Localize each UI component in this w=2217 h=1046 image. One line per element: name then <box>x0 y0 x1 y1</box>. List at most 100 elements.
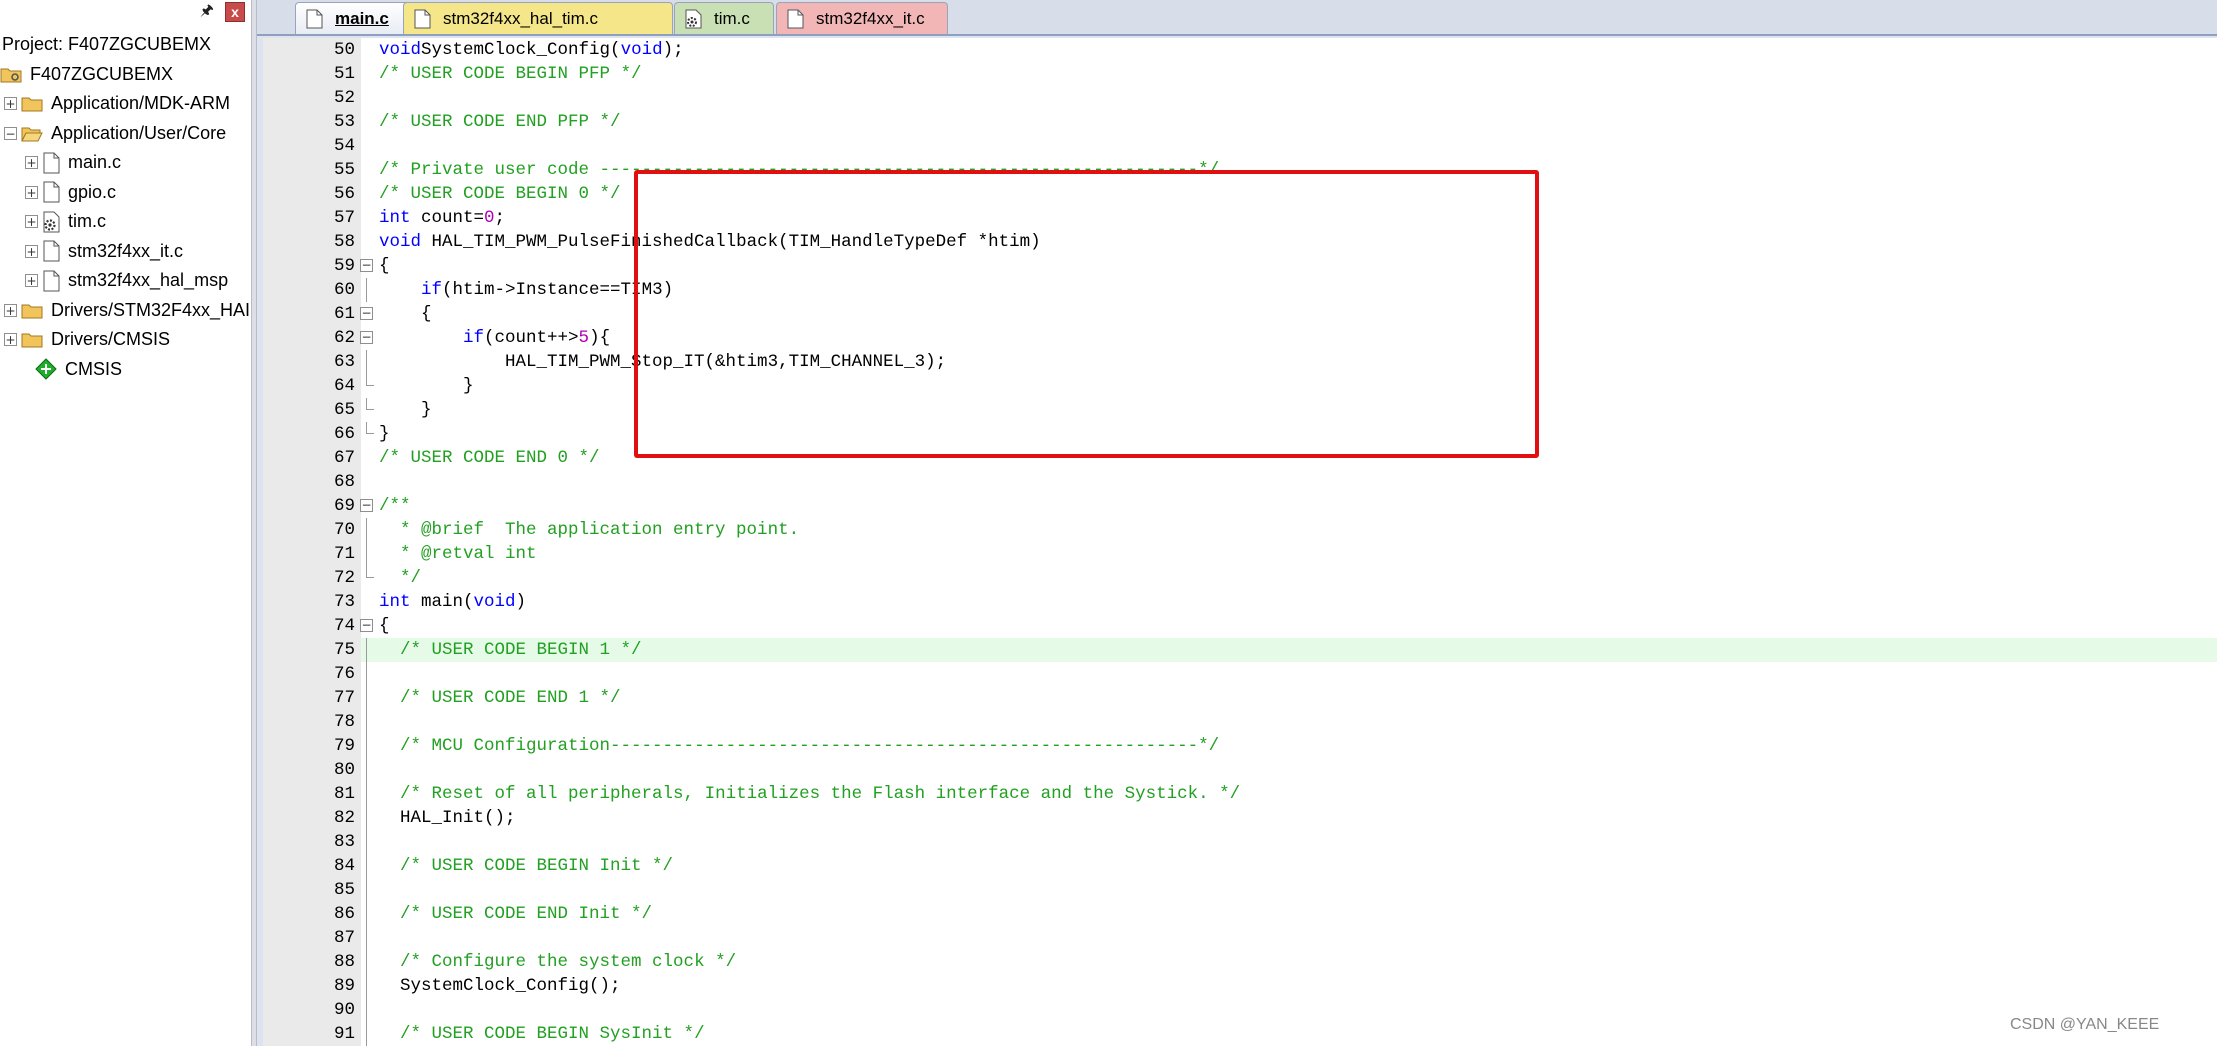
tree-item[interactable]: + Drivers/STM32F4xx_HAI <box>4 296 250 324</box>
code-line[interactable]: 85 <box>257 878 2217 902</box>
fold-collapse-icon[interactable]: − <box>360 619 373 632</box>
tree-expander-icon[interactable]: + <box>25 244 38 258</box>
code-line[interactable]: 88 /* Configure the system clock */ <box>257 950 2217 974</box>
code-line[interactable]: 84 /* USER CODE BEGIN Init */ <box>257 854 2217 878</box>
tree-expander-icon[interactable]: + <box>25 274 38 287</box>
tab-stm32f4xx-it-c[interactable]: stm32f4xx_it.c <box>776 2 948 34</box>
tree-expander-icon[interactable]: + <box>25 185 38 199</box>
code-line[interactable]: 51 /* USER CODE BEGIN PFP */ <box>257 62 2217 86</box>
fold-collapse-icon[interactable]: − <box>360 259 373 272</box>
code-line[interactable]: 58 void HAL_TIM_PWM_PulseFinishedCallback… <box>257 230 2217 254</box>
code-line[interactable]: 64 } <box>257 374 2217 398</box>
fold-collapse-icon[interactable]: − <box>360 499 373 512</box>
code-line[interactable]: 83 <box>257 830 2217 854</box>
tree-expander-icon[interactable]: + <box>25 215 38 228</box>
pin-icon[interactable]: 🖈 <box>198 2 216 20</box>
code-line[interactable]: 65 } <box>257 398 2217 422</box>
code-line[interactable]: 56 /* USER CODE BEGIN 0 */ <box>257 182 2217 206</box>
line-number: 89 <box>333 976 355 996</box>
code-text: /* Reset of all peripherals, Initializes… <box>379 782 1240 806</box>
code-line[interactable]: 86 /* USER CODE END Init */ <box>257 902 2217 926</box>
tree-item-label: F407ZGCUBEMX <box>30 63 174 84</box>
file-gear-icon <box>685 9 702 28</box>
tree-item[interactable]: + main.c <box>25 149 121 177</box>
code-line[interactable]: 76 <box>257 662 2217 686</box>
code-text: */ <box>379 566 421 590</box>
code-line[interactable]: 67 /* USER CODE END 0 */ <box>257 446 2217 470</box>
fold-collapse-icon[interactable]: − <box>360 307 373 320</box>
tree-item[interactable]: F407ZGCUBEMX <box>0 60 173 88</box>
code-line[interactable]: 78 <box>257 710 2217 734</box>
line-number: 57 <box>333 208 355 228</box>
code-line[interactable]: 79 /* MCU Configuration-----------------… <box>257 734 2217 758</box>
tree-expander-icon[interactable]: + <box>4 303 17 317</box>
code-line[interactable]: 87 <box>257 926 2217 950</box>
code-line[interactable]: 68 <box>257 470 2217 494</box>
code-line[interactable]: 50 voidSystemClock_Config(void); <box>257 38 2217 62</box>
code-line[interactable]: 90 <box>257 998 2217 1022</box>
fold-collapse-icon[interactable]: − <box>360 331 373 344</box>
code-line[interactable]: 82 HAL_Init(); <box>257 806 2217 830</box>
code-line[interactable]: 74−{ <box>257 614 2217 638</box>
code-line[interactable]: 61− { <box>257 302 2217 326</box>
code-text: int main(void) <box>379 590 526 614</box>
code-line[interactable]: 73 int main(void) <box>257 590 2217 614</box>
code-line[interactable]: 60 if(htim->Instance==TIM3) <box>257 278 2217 302</box>
tree-expander-icon[interactable]: + <box>4 333 17 346</box>
fold-guide <box>366 974 367 998</box>
code-line[interactable]: 55 /* Private user code -----------------… <box>257 158 2217 182</box>
code-line[interactable]: 75 /* USER CODE BEGIN 1 */ <box>334 638 2217 662</box>
code-line[interactable]: 81 /* Reset of all peripherals, Initiali… <box>257 782 2217 806</box>
code-line[interactable]: 52 <box>257 86 2217 110</box>
code-line[interactable]: 80 <box>257 758 2217 782</box>
code-number: 5 <box>578 328 590 348</box>
code-line[interactable]: 77 /* USER CODE END 1 */ <box>257 686 2217 710</box>
code-line[interactable]: 89 SystemClock_Config(); <box>257 974 2217 998</box>
line-number: 61 <box>333 304 355 324</box>
line-number: 80 <box>333 760 355 780</box>
code-line[interactable]: 70 * @brief The application entry point. <box>257 518 2217 542</box>
code-line[interactable]: 71 * @retval int <box>257 542 2217 566</box>
tree-item[interactable]: + stm32f4xx_hal_msp <box>25 267 228 295</box>
code-line[interactable]: 59−{ <box>257 254 2217 278</box>
tree-item[interactable]: + stm32f4xx_it.c <box>25 237 183 265</box>
tree-expander-icon[interactable]: − <box>4 126 17 140</box>
code-comment: /* USER CODE BEGIN PFP */ <box>379 64 642 84</box>
code-line[interactable]: 54 <box>257 134 2217 158</box>
line-number: 68 <box>333 472 355 492</box>
tab-stm32f4xx-hal-tim-c[interactable]: stm32f4xx_hal_tim.c <box>403 2 673 34</box>
tree-item[interactable]: + gpio.c <box>25 178 116 206</box>
code-line[interactable]: 62− if(count++>5){ <box>257 326 2217 350</box>
tree-item[interactable]: − Application/User/Core <box>4 119 226 147</box>
code-text: int count=0; <box>379 206 505 230</box>
code-line[interactable]: 66} <box>257 422 2217 446</box>
tree-item[interactable]: CMSIS <box>18 355 122 383</box>
close-panel-button[interactable]: x <box>225 2 245 22</box>
code-line[interactable]: 57 int count=0; <box>257 206 2217 230</box>
tree-item[interactable]: + Drivers/CMSIS <box>4 326 170 354</box>
line-number: 56 <box>333 184 355 204</box>
tree-expander-icon[interactable]: + <box>4 97 17 110</box>
line-number: 76 <box>333 664 355 684</box>
code-comment: /* USER CODE BEGIN 1 */ <box>400 640 642 660</box>
tree-item-label: gpio.c <box>68 181 117 202</box>
tab-tim-c[interactable]: tim.c <box>674 2 774 34</box>
code-comment: /* USER CODE END Init */ <box>400 904 653 924</box>
code-comment: /* USER CODE END PFP */ <box>379 112 621 132</box>
fold-guide <box>366 710 367 734</box>
code-line[interactable]: 53 /* USER CODE END PFP */ <box>257 110 2217 134</box>
code-text: } <box>379 374 474 398</box>
code-line[interactable]: 72 */ <box>257 566 2217 590</box>
code-token: SystemClock_Config( <box>421 40 621 60</box>
tree-item[interactable]: + Application/MDK-ARM <box>4 90 230 118</box>
code-line[interactable]: 63 HAL_TIM_PWM_Stop_IT(&htim3,TIM_CHANNE… <box>257 350 2217 374</box>
fold-guide <box>366 902 367 926</box>
fold-guide <box>366 878 367 902</box>
tree-item[interactable]: + tim.c <box>25 208 106 236</box>
code-text: /* USER CODE END PFP */ <box>379 110 621 134</box>
tree-expander-icon[interactable]: + <box>25 156 38 169</box>
code-line[interactable]: 91 /* USER CODE BEGIN SysInit */ <box>257 1022 2217 1046</box>
code-line[interactable]: 69−/** <box>257 494 2217 518</box>
